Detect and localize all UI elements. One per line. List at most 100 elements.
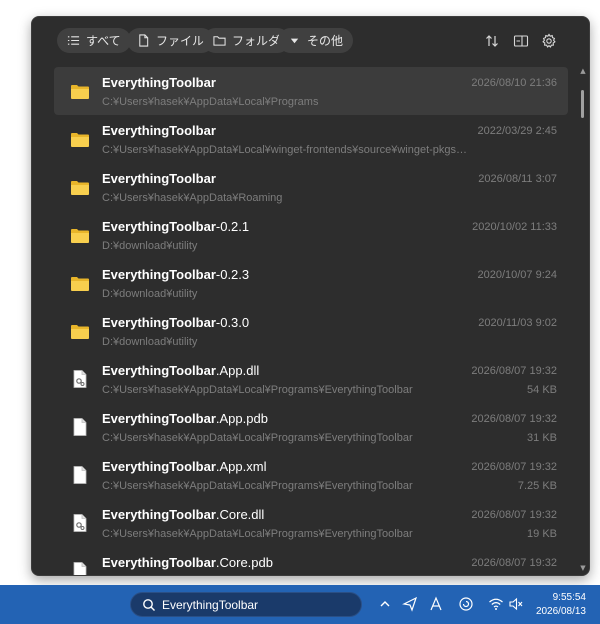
filter-folders-label: フォルダ — [232, 34, 281, 48]
result-name: EverythingToolbar.Core.pdb — [102, 555, 273, 570]
result-date: 2020/10/07 9:24 — [477, 269, 557, 281]
ime-indicator[interactable] — [427, 595, 445, 613]
result-date: 2026/08/07 19:32 — [471, 413, 557, 425]
result-date: 2022/03/29 2:45 — [477, 125, 557, 137]
caret-down-icon — [290, 38, 299, 44]
list-item[interactable]: EverythingToolbar-0.2.1 D:¥download¥util… — [54, 211, 568, 259]
filter-all-button[interactable]: すべて — [57, 28, 131, 53]
list-item[interactable]: EverythingToolbar.App.pdb C:¥Users¥hasek… — [54, 403, 568, 451]
list-item[interactable]: EverythingToolbar C:¥Users¥hasek¥AppData… — [54, 163, 568, 211]
list-icon — [67, 36, 80, 45]
list-item[interactable]: EverythingToolbar.Core.dll C:¥Users¥hase… — [54, 499, 568, 547]
list-item[interactable]: EverythingToolbar.App.xml C:¥Users¥hasek… — [54, 451, 568, 499]
show-hidden-icons-button[interactable] — [376, 595, 394, 613]
taskbar-search-text: EverythingToolbar — [162, 598, 259, 612]
result-date: 2026/08/10 21:36 — [471, 77, 557, 89]
everything-toolbar-popup: すべて ファイル フォルダ その他 EverythingToolbar C:¥U… — [31, 16, 590, 576]
result-date: 2026/08/07 19:32 — [471, 509, 557, 521]
list-item[interactable]: EverythingToolbar-0.3.0 D:¥download¥util… — [54, 307, 568, 355]
sort-button[interactable] — [481, 30, 503, 52]
result-path: C:¥Users¥hasek¥AppData¥Local¥Programs¥Ev… — [102, 480, 413, 492]
volume-button[interactable] — [507, 595, 525, 613]
result-name: EverythingToolbar — [102, 123, 216, 138]
gear-icon — [542, 33, 556, 48]
network-button[interactable] — [487, 595, 505, 613]
result-path: C:¥Users¥hasek¥AppData¥Local¥Programs¥Ev… — [102, 432, 413, 444]
filter-folders-button[interactable]: フォルダ — [203, 28, 291, 53]
result-size: 54 KB — [527, 384, 557, 396]
folder-icon — [70, 81, 90, 101]
search-icon — [143, 599, 155, 611]
taskbar-clock[interactable]: 9:55:54 2026/08/13 — [536, 591, 586, 619]
folder-icon — [70, 129, 90, 149]
folder-icon — [70, 273, 90, 293]
chevron-up-icon — [380, 601, 390, 607]
result-path: D:¥download¥utility — [102, 336, 198, 348]
speaker-muted-icon — [509, 597, 523, 611]
file-icon — [139, 34, 149, 47]
filter-all-label: すべて — [86, 34, 121, 48]
result-name: EverythingToolbar-0.2.1 — [102, 219, 250, 234]
filter-toolbar: すべて ファイル フォルダ その他 — [32, 17, 589, 65]
result-date: 2026/08/07 19:32 — [471, 557, 557, 569]
settings-button[interactable] — [538, 30, 560, 52]
tray-send-button[interactable] — [401, 595, 419, 613]
file-icon — [70, 417, 90, 437]
result-path: D:¥download¥utility — [102, 288, 198, 300]
result-path: C:¥Users¥hasek¥AppData¥Local¥winget-fron… — [102, 144, 468, 156]
list-item[interactable]: EverythingToolbar.Core.pdb 2026/08/07 19… — [54, 547, 568, 575]
result-path: D:¥download¥utility — [102, 240, 198, 252]
result-path: C:¥Users¥hasek¥AppData¥Roaming — [102, 192, 283, 204]
result-date: 2026/08/07 19:32 — [471, 365, 557, 377]
result-path: C:¥Users¥hasek¥AppData¥Local¥Programs¥Ev… — [102, 384, 413, 396]
result-date: 2026/08/07 19:32 — [471, 461, 557, 473]
filter-other-dropdown[interactable]: その他 — [278, 28, 354, 53]
folder-icon — [70, 177, 90, 197]
list-item[interactable]: EverythingToolbar-0.2.3 D:¥download¥util… — [54, 259, 568, 307]
result-name: EverythingToolbar.App.pdb — [102, 411, 268, 426]
dll-file-icon — [70, 513, 90, 533]
preview-pane-button[interactable] — [510, 30, 532, 52]
result-size: 7.25 KB — [517, 480, 557, 492]
tray-app-button[interactable] — [457, 595, 475, 613]
result-name: EverythingToolbar-0.3.0 — [102, 315, 250, 330]
taskbar-search-box[interactable]: EverythingToolbar — [130, 592, 362, 617]
list-item[interactable]: EverythingToolbar C:¥Users¥hasek¥AppData… — [54, 67, 568, 115]
file-icon — [70, 465, 90, 485]
filter-other-label: その他 — [307, 34, 344, 48]
result-name: EverythingToolbar — [102, 75, 216, 90]
search-results-list: EverythingToolbar C:¥Users¥hasek¥AppData… — [54, 67, 568, 575]
send-icon — [402, 596, 418, 612]
result-path: C:¥Users¥hasek¥AppData¥Local¥Programs — [102, 96, 319, 108]
taskbar: EverythingToolbar 9:55:54 2026/08/13 — [0, 585, 600, 624]
sort-icon — [486, 35, 498, 47]
scroll-up-arrow-icon[interactable]: ▲ — [579, 67, 587, 75]
file-icon — [70, 561, 90, 575]
refresh-circle-icon — [459, 597, 473, 611]
result-size: 19 KB — [527, 528, 557, 540]
clock-date: 2026/08/13 — [535, 606, 586, 617]
result-name: EverythingToolbar.App.xml — [102, 459, 267, 474]
result-date: 2020/10/02 11:33 — [472, 221, 557, 233]
result-path: C:¥Users¥hasek¥AppData¥Local¥Programs¥Ev… — [102, 528, 413, 540]
result-size: 31 KB — [527, 432, 557, 444]
vertical-scrollbar[interactable]: ▲ ▼ — [579, 67, 587, 572]
dll-file-icon — [70, 369, 90, 389]
result-name: EverythingToolbar.Core.dll — [102, 507, 265, 522]
result-name: EverythingToolbar.App.dll — [102, 363, 260, 378]
result-name: EverythingToolbar — [102, 171, 216, 186]
ime-a-icon — [430, 596, 442, 611]
result-date: 2020/11/03 9:02 — [478, 317, 557, 329]
folder-outline-icon — [213, 36, 226, 46]
filter-files-label: ファイル — [156, 34, 205, 48]
preview-pane-icon — [513, 35, 529, 47]
filter-files-button[interactable]: ファイル — [127, 28, 215, 53]
folder-icon — [70, 321, 90, 341]
result-date: 2026/08/11 3:07 — [478, 173, 557, 185]
scroll-thumb[interactable] — [581, 90, 584, 118]
list-item[interactable]: EverythingToolbar.App.dll C:¥Users¥hasek… — [54, 355, 568, 403]
wifi-icon — [489, 598, 503, 610]
scroll-down-arrow-icon[interactable]: ▼ — [579, 564, 587, 572]
folder-icon — [70, 225, 90, 245]
list-item[interactable]: EverythingToolbar C:¥Users¥hasek¥AppData… — [54, 115, 568, 163]
